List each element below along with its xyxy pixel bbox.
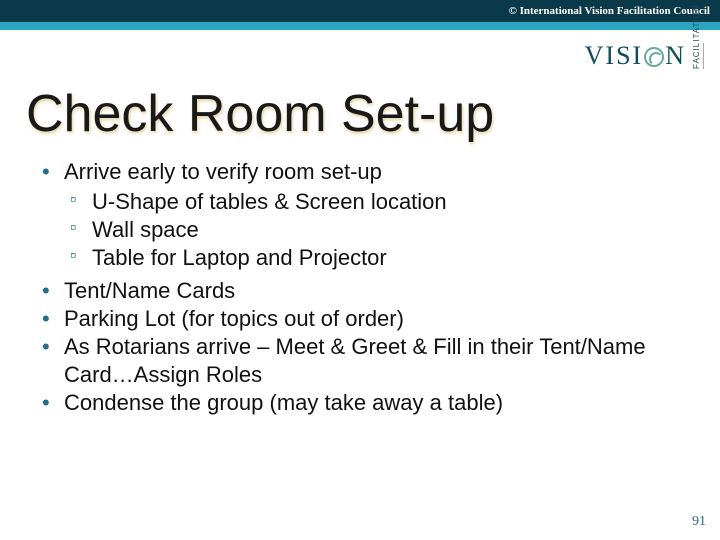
vision-logo: VISI N FACILITATION — [585, 41, 704, 71]
list-item: Arrive early to verify room set-up U-Sha… — [36, 158, 690, 273]
sub-bullet-list: U-Shape of tables & Screen location Wall… — [64, 188, 690, 272]
bullet-text: Parking Lot (for topics out of order) — [64, 306, 404, 331]
bullet-text: U-Shape of tables & Screen location — [92, 189, 447, 214]
logo-post: N — [665, 41, 686, 71]
list-item: Table for Laptop and Projector — [64, 244, 690, 272]
list-item: Parking Lot (for topics out of order) — [36, 305, 690, 333]
slide-title: Check Room Set-up — [0, 78, 720, 158]
logo-row: VISI N FACILITATION — [0, 30, 720, 78]
bullet-list: Arrive early to verify room set-up U-Sha… — [36, 158, 690, 417]
bullet-text: Condense the group (may take away a tabl… — [64, 390, 503, 415]
bullet-text: Wall space — [92, 217, 199, 242]
header-bar: © International Vision Facilitation Coun… — [0, 0, 720, 22]
bullet-text: As Rotarians arrive – Meet & Greet & Fil… — [64, 334, 646, 387]
bullet-text: Tent/Name Cards — [64, 278, 235, 303]
bullet-text: Arrive early to verify room set-up — [64, 159, 382, 184]
logo-swirl-icon — [644, 47, 664, 67]
accent-bar — [0, 22, 720, 30]
page-number: 91 — [692, 514, 706, 530]
bullet-text: Table for Laptop and Projector — [92, 245, 387, 270]
logo-text: VISI N — [585, 41, 686, 71]
slide-content: Arrive early to verify room set-up U-Sha… — [0, 158, 720, 417]
list-item: Condense the group (may take away a tabl… — [36, 389, 690, 417]
list-item: Tent/Name Cards — [36, 277, 690, 305]
copyright-text: © International Vision Facilitation Coun… — [509, 5, 710, 17]
list-item: U-Shape of tables & Screen location — [64, 188, 690, 216]
logo-subtext: FACILITATION — [692, 43, 704, 69]
logo-pre: VISI — [585, 41, 644, 71]
list-item: As Rotarians arrive – Meet & Greet & Fil… — [36, 333, 690, 389]
list-item: Wall space — [64, 216, 690, 244]
